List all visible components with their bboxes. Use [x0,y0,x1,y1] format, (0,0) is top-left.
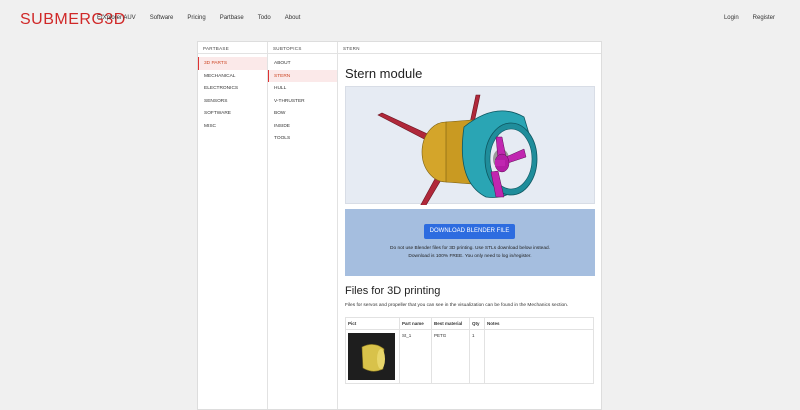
nav-link-about[interactable]: About [285,15,301,21]
download-blender-button[interactable]: DOWNLOAD BLENDER FILE [424,224,515,239]
partbase-item-mechanical[interactable]: MECHANICAL [198,70,267,83]
nav-link-pricing[interactable]: Pricing [187,15,205,21]
download-note-line-2: Download is 100% FREE. You only need to … [408,253,532,259]
qty-cell: 1 [469,329,485,384]
subtopic-item-tools[interactable]: TOOLS [268,132,337,145]
subtopic-item-v-thruster[interactable]: V-THRUSTER [268,95,337,108]
partbase-item-electronics[interactable]: ELECTRONICS [198,82,267,95]
register-link[interactable]: Register [753,15,775,21]
detail-column: STERN Stern module DOWNLOAD BLENDER FILE… [338,42,601,409]
column-header-part-name: Part name [399,317,432,330]
partbase-item-misc[interactable]: MISC [198,120,267,133]
files-table: Pict Part name Best material Qty Notes S… [345,317,594,384]
partbase-column: PARTBASE 3D PARTS MECHANICAL ELECTRONICS… [198,42,268,409]
subtopic-item-about[interactable]: ABOUT [268,57,337,70]
stern-part-image [361,344,385,372]
material-cell: PETG [431,329,470,384]
column-header-qty: Qty [469,317,485,330]
nav-link-todo[interactable]: Todo [258,15,271,21]
subtopics-column: SUBTOPICS ABOUT STERN HULL V-THRUSTER BO… [268,42,338,409]
login-link[interactable]: Login [724,15,739,21]
stern-model-illustration [377,94,538,223]
files-section-description: Files for servos and propeller that you … [345,303,569,308]
table-row: St_1 PETG 1 [345,329,594,384]
subtopic-item-stern[interactable]: STERN [268,69,337,82]
nav-link-explorer[interactable]: E/Xplorer AUV [97,15,136,21]
partbase-item-3d-parts[interactable]: 3D PARTS [198,57,267,70]
download-panel: DOWNLOAD BLENDER FILE Do not use Blender… [345,209,595,276]
stern-3d-viewer[interactable] [345,86,595,223]
download-note: Do not use Blender files for 3D printing… [345,245,595,260]
partbase-item-software[interactable]: SOFTWARE [198,107,267,120]
part-name-cell: St_1 [399,329,432,384]
column-header-pict: Pict [345,317,400,330]
page-title: Stern module [345,66,423,81]
files-table-header-row: Pict Part name Best material Qty Notes [345,317,594,330]
partbase-item-sensors[interactable]: SENSORS [198,95,267,108]
download-note-line-1: Do not use Blender files for 3D printing… [390,246,550,251]
column-header-material: Best material [431,317,470,330]
subtopic-item-inside[interactable]: INSIDE [268,120,337,133]
main-nav: E/Xplorer AUV Software Pricing Partbase … [97,15,314,21]
auth-nav: Login Register [710,15,775,21]
detail-heading: STERN [338,42,601,54]
nav-link-partbase[interactable]: Partbase [220,15,244,21]
partbase-card: PARTBASE 3D PARTS MECHANICAL ELECTRONICS… [197,41,602,410]
nav-link-software[interactable]: Software [150,15,174,21]
top-navigation: SUBMERG3D E/Xplorer AUV Software Pricing… [0,0,800,38]
files-section-title: Files for 3D printing [345,285,441,297]
part-picture-cell [345,329,400,384]
partbase-heading: PARTBASE [198,42,267,54]
column-header-notes: Notes [484,317,594,330]
part-thumbnail[interactable] [348,333,395,380]
subtopic-item-bow[interactable]: BOW [268,107,337,120]
subtopic-item-hull[interactable]: HULL [268,82,337,95]
subtopics-heading: SUBTOPICS [268,42,337,54]
detail-content: Stern module DOWNLOAD BLENDER FILE Do no… [345,66,595,384]
notes-cell [484,329,594,384]
